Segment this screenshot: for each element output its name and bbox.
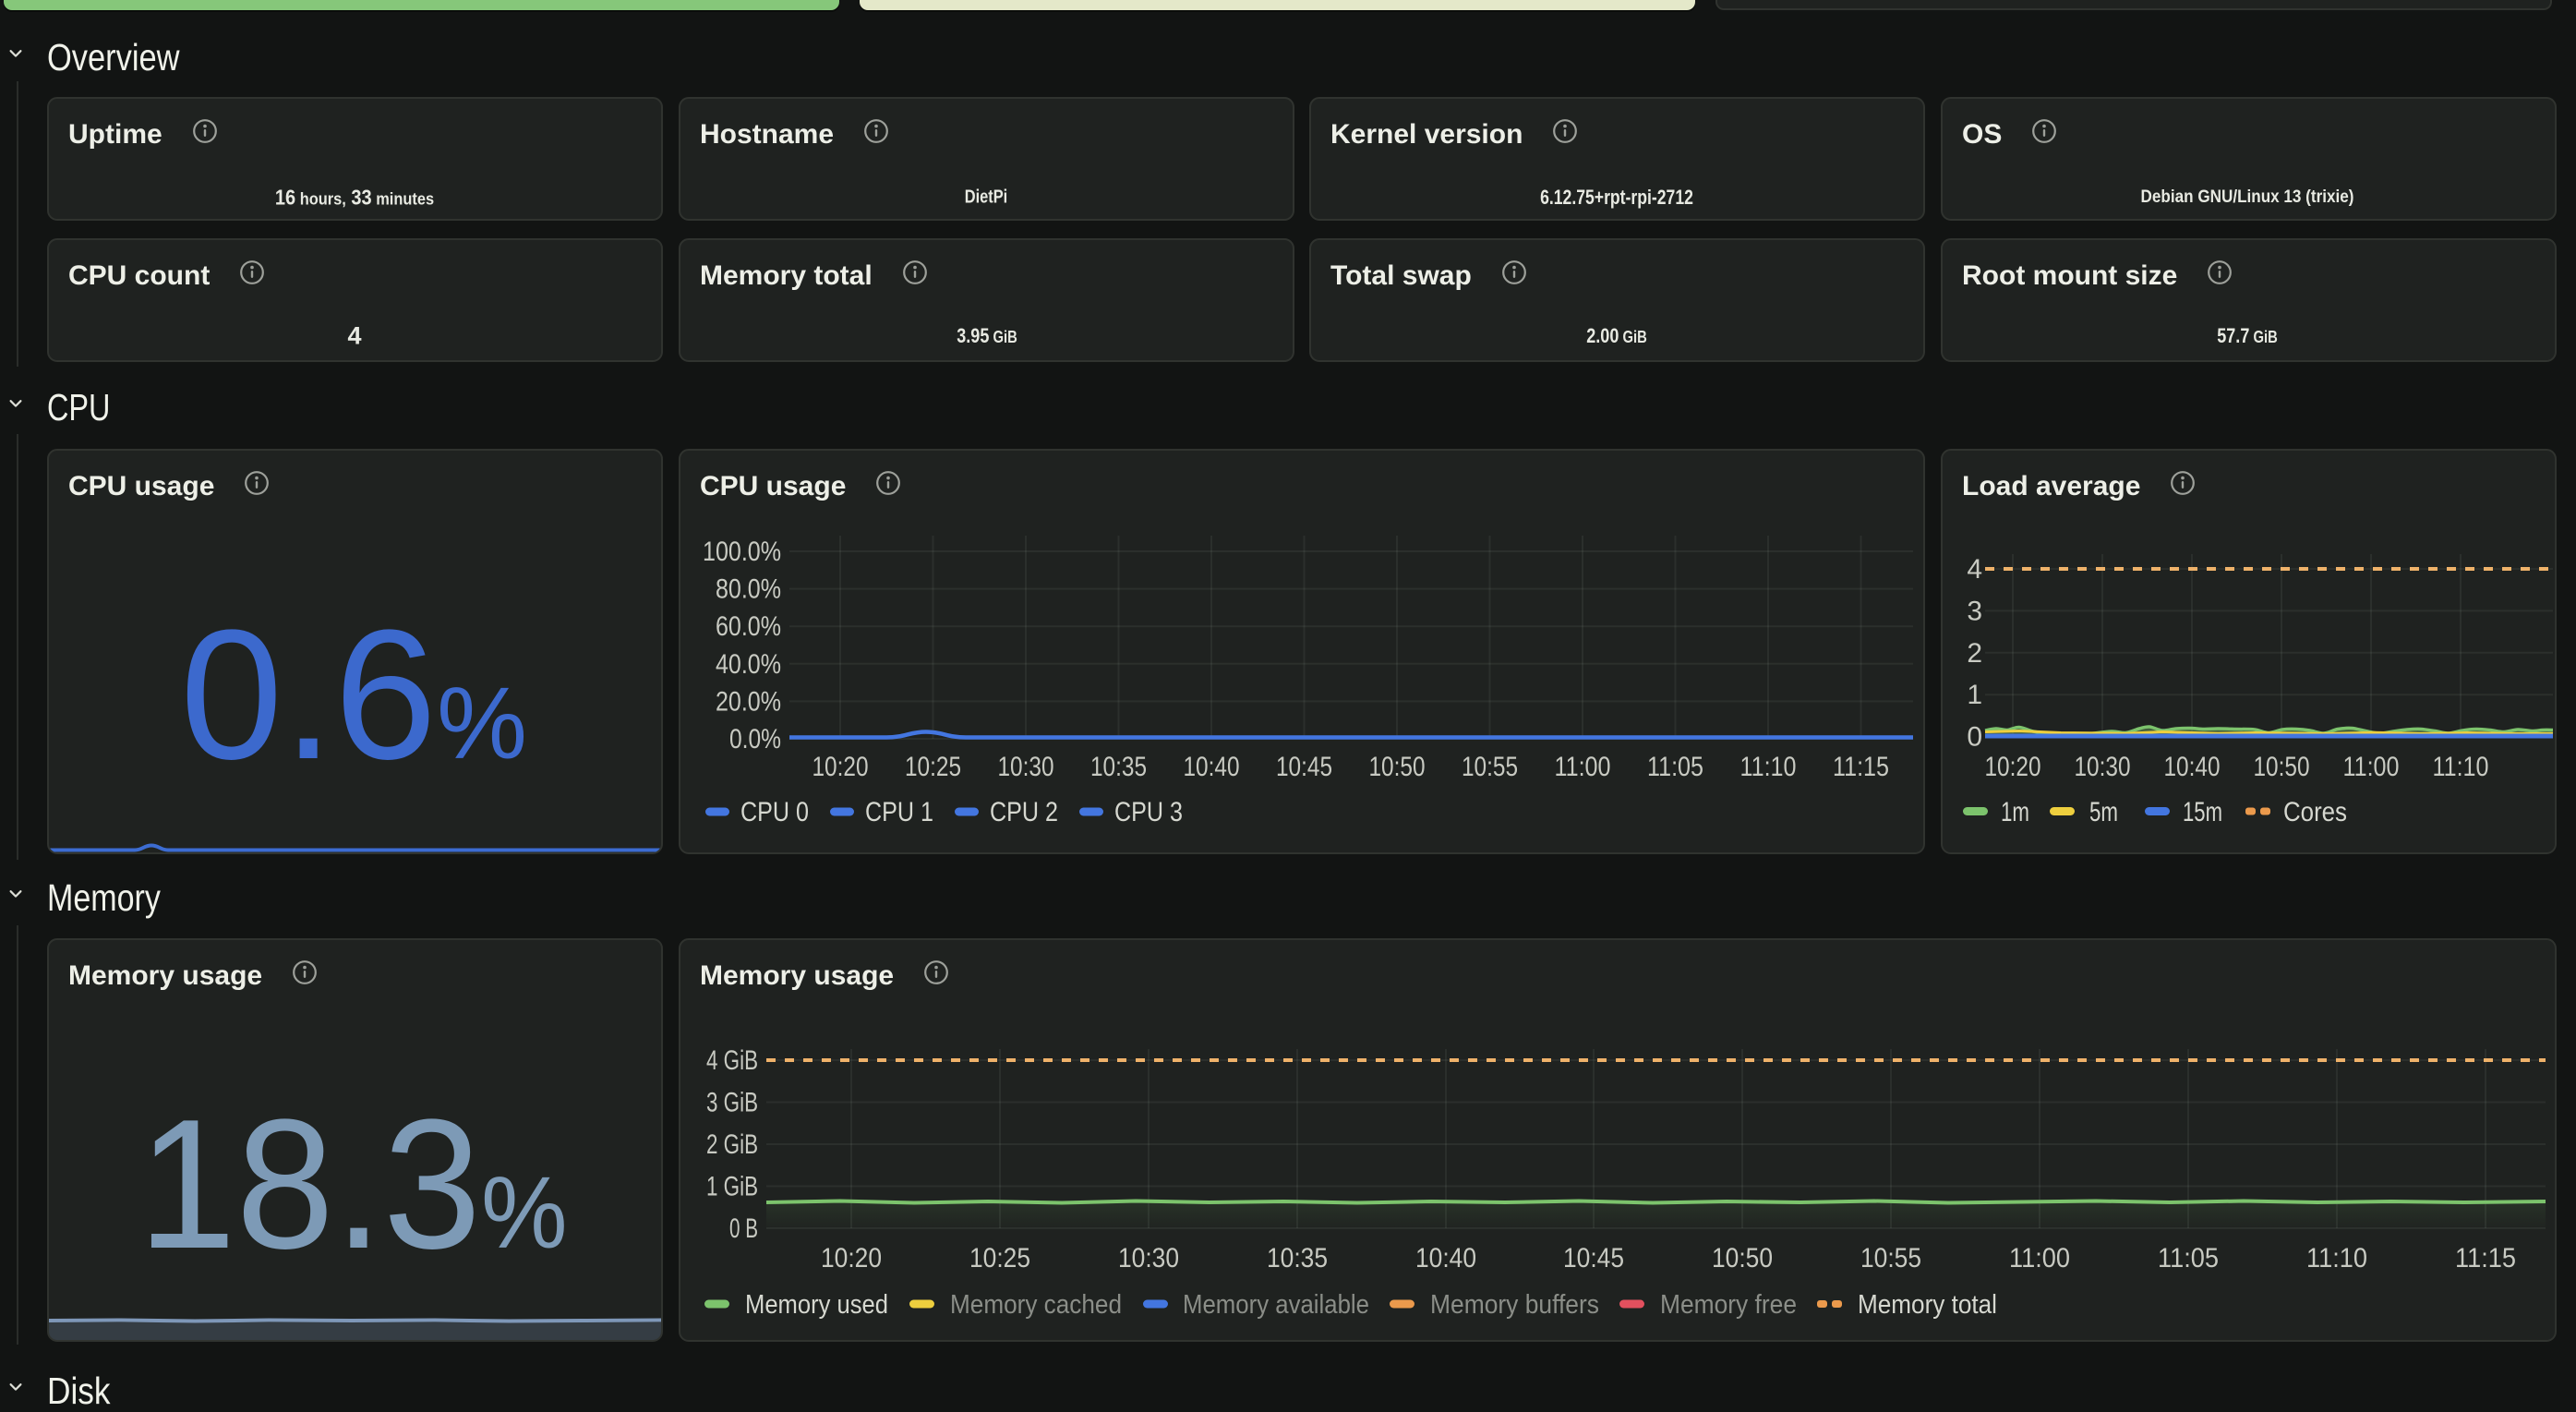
svg-text:11:05: 11:05 [2158, 1243, 2219, 1273]
svg-text:10:20: 10:20 [821, 1243, 882, 1273]
svg-text:4: 4 [1967, 554, 1982, 585]
svg-text:Memory cached: Memory cached [950, 1290, 1122, 1320]
svg-text:15m: 15m [2183, 797, 2222, 827]
svg-text:10:30: 10:30 [998, 752, 1054, 782]
svg-text:1 GiB: 1 GiB [706, 1172, 758, 1202]
svg-text:1m: 1m [2001, 797, 2029, 827]
svg-text:2: 2 [1967, 638, 1982, 669]
svg-text:10:55: 10:55 [1462, 752, 1518, 782]
svg-text:Memory buffers: Memory buffers [1430, 1290, 1599, 1320]
svg-text:11:10: 11:10 [1740, 752, 1797, 782]
svg-text:10:35: 10:35 [1267, 1243, 1328, 1273]
svg-text:5m: 5m [2089, 797, 2118, 827]
svg-text:0.0%: 0.0% [729, 724, 781, 754]
svg-text:10:35: 10:35 [1090, 752, 1147, 782]
svg-text:Memory total: Memory total [1858, 1290, 1997, 1320]
svg-text:80.0%: 80.0% [716, 574, 781, 605]
svg-text:0 B: 0 B [729, 1213, 758, 1244]
svg-text:10:30: 10:30 [1118, 1243, 1179, 1273]
svg-text:CPU 0: CPU 0 [740, 797, 809, 827]
svg-text:11:15: 11:15 [2455, 1243, 2516, 1273]
svg-text:100.0%: 100.0% [703, 537, 781, 567]
svg-text:10:30: 10:30 [2075, 752, 2131, 782]
svg-text:10:20: 10:20 [1985, 752, 2041, 782]
svg-text:3 GiB: 3 GiB [706, 1088, 758, 1118]
svg-text:Cores: Cores [2283, 797, 2347, 827]
svg-text:11:10: 11:10 [2433, 752, 2489, 782]
svg-text:CPU 1: CPU 1 [865, 797, 933, 827]
svg-text:10:40: 10:40 [1184, 752, 1240, 782]
svg-text:10:50: 10:50 [1712, 1243, 1773, 1273]
svg-text:CPU 2: CPU 2 [990, 797, 1058, 827]
svg-text:10:45: 10:45 [1563, 1243, 1624, 1273]
svg-text:10:50: 10:50 [2254, 752, 2310, 782]
svg-text:11:00: 11:00 [2009, 1243, 2070, 1273]
svg-text:10:25: 10:25 [905, 752, 961, 782]
svg-text:11:15: 11:15 [1833, 752, 1889, 782]
svg-text:10:25: 10:25 [969, 1243, 1030, 1273]
svg-text:10:55: 10:55 [1860, 1243, 1921, 1273]
svg-text:3: 3 [1967, 596, 1982, 626]
svg-text:11:00: 11:00 [2343, 752, 2400, 782]
svg-text:0: 0 [1967, 722, 1982, 753]
svg-text:10:45: 10:45 [1276, 752, 1332, 782]
svg-text:11:05: 11:05 [1647, 752, 1703, 782]
svg-text:2 GiB: 2 GiB [706, 1129, 758, 1160]
svg-text:Memory free: Memory free [1660, 1290, 1797, 1320]
svg-text:60.0%: 60.0% [716, 611, 781, 642]
svg-text:10:40: 10:40 [1415, 1243, 1476, 1273]
svg-text:4 GiB: 4 GiB [706, 1045, 758, 1076]
svg-text:10:40: 10:40 [2164, 752, 2221, 782]
svg-text:11:10: 11:10 [2306, 1243, 2367, 1273]
svg-text:CPU 3: CPU 3 [1114, 797, 1183, 827]
svg-text:Memory available: Memory available [1183, 1290, 1369, 1320]
svg-text:20.0%: 20.0% [716, 686, 781, 717]
svg-text:11:00: 11:00 [1555, 752, 1611, 782]
svg-text:10:50: 10:50 [1369, 752, 1426, 782]
svg-text:40.0%: 40.0% [716, 649, 781, 680]
svg-text:Memory used: Memory used [745, 1290, 888, 1320]
svg-text:1: 1 [1967, 680, 1982, 710]
svg-text:10:20: 10:20 [813, 752, 869, 782]
